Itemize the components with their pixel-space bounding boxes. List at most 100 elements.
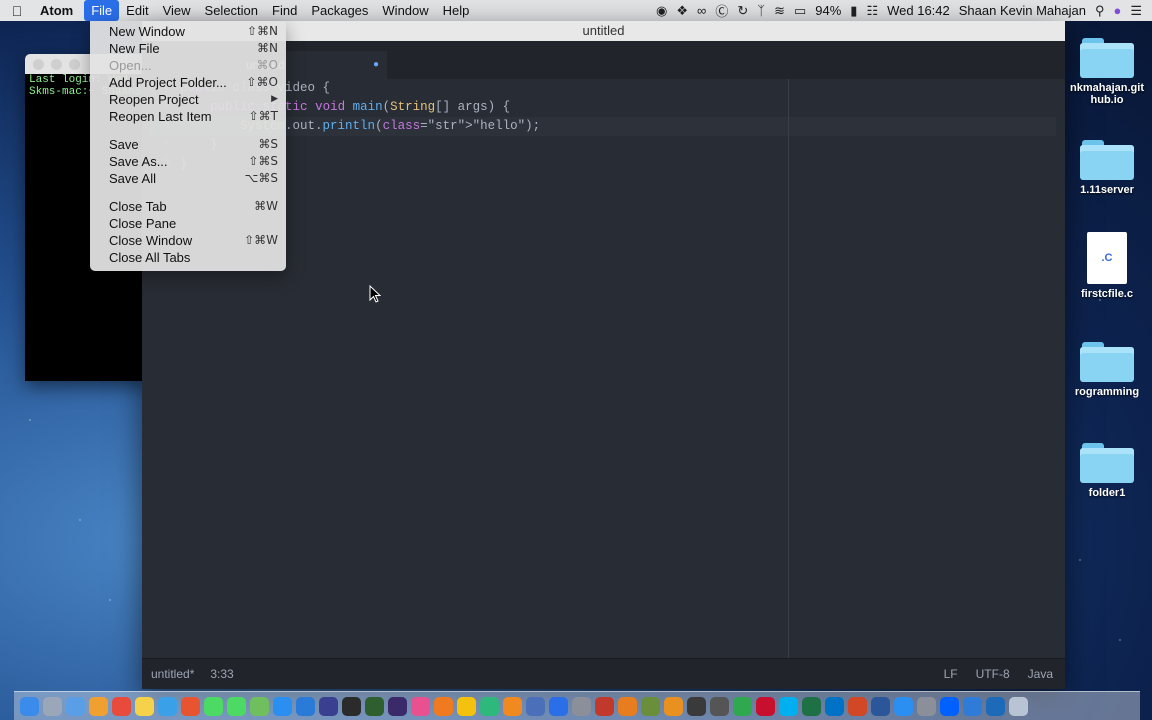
notification-icon[interactable]: ☷ <box>866 3 878 19</box>
minecraft-icon[interactable] <box>641 696 660 716</box>
desktop-icon-label: nkmahajan.git hub.io <box>1070 82 1144 106</box>
menu-help[interactable]: Help <box>436 0 477 21</box>
firefox-icon[interactable] <box>434 696 453 716</box>
dropbox-icon[interactable]: ❖ <box>676 3 688 19</box>
calendar-icon[interactable] <box>112 696 131 716</box>
battery-icon[interactable]: ▮ <box>850 3 857 19</box>
zoom-icon[interactable] <box>69 58 80 70</box>
folder-icon <box>1080 443 1134 483</box>
chrome-icon[interactable] <box>457 696 476 716</box>
facetime-icon[interactable] <box>227 696 246 716</box>
menu-item-save[interactable]: Save ⌘S <box>90 136 286 153</box>
skype-icon[interactable] <box>779 696 798 716</box>
preview-icon[interactable] <box>66 696 85 716</box>
desktop-folder[interactable]: 1.11server <box>1062 140 1152 196</box>
clock[interactable]: Wed 16:42 <box>887 3 950 18</box>
unknown-app-icon[interactable] <box>710 696 729 716</box>
outlook-icon[interactable] <box>825 696 844 716</box>
status-cursor-position[interactable]: 3:33 <box>210 667 233 681</box>
status-line-ending[interactable]: LF <box>944 667 958 681</box>
system-prefs-icon[interactable] <box>917 696 936 716</box>
xcode-icon[interactable] <box>549 696 568 716</box>
itunes-icon[interactable] <box>411 696 430 716</box>
edge-dock-icon[interactable] <box>963 696 982 716</box>
desktop-folder[interactable]: nkmahajan.git hub.io <box>1062 38 1152 106</box>
word-icon[interactable] <box>871 696 890 716</box>
menu-view[interactable]: View <box>156 0 198 21</box>
menu-packages[interactable]: Packages <box>304 0 375 21</box>
dreamweaver-icon[interactable] <box>365 696 384 716</box>
network-icon[interactable] <box>526 696 545 716</box>
quicktime-icon[interactable] <box>986 696 1005 716</box>
blender-icon[interactable] <box>618 696 637 716</box>
notes-icon[interactable] <box>135 696 154 716</box>
pdf-icon[interactable] <box>595 696 614 716</box>
menu-item-save-as[interactable]: Save As... ⇧⌘S <box>90 153 286 170</box>
menu-item-close-tab[interactable]: Close Tab ⌘W <box>90 198 286 215</box>
desktop-file[interactable]: .C firstcfile.c <box>1062 232 1152 300</box>
bluetooth-icon[interactable]: ᛉ <box>757 3 765 18</box>
siri-icon[interactable]: ● <box>1113 3 1121 18</box>
desktop-icon-label: rogramming <box>1074 386 1140 398</box>
edge-icon[interactable]: Ⓒ <box>715 1 728 20</box>
after-effects-icon[interactable] <box>388 696 407 716</box>
launchpad-icon[interactable] <box>43 696 62 716</box>
menu-item-open[interactable]: Open... ⌘O <box>90 57 286 74</box>
messages-icon[interactable] <box>204 696 223 716</box>
spotlight-icon[interactable]: ⚲ <box>1095 3 1105 19</box>
menu-item-new-window[interactable]: New Window ⇧⌘N <box>90 23 286 40</box>
menu-list-icon[interactable]: ☰ <box>1130 3 1142 19</box>
user-name[interactable]: Shaan Kevin Mahajan <box>959 3 1086 18</box>
photos-icon[interactable] <box>89 696 108 716</box>
books-icon[interactable] <box>664 696 683 716</box>
menu-selection[interactable]: Selection <box>198 0 265 21</box>
airplay-icon[interactable]: ▭ <box>794 3 806 19</box>
menu-item-add-project-folder[interactable]: Add Project Folder... ⇧⌘O <box>90 74 286 91</box>
opera-icon[interactable] <box>756 696 775 716</box>
app-store-icon[interactable] <box>273 696 292 716</box>
menu-edit[interactable]: Edit <box>119 0 155 21</box>
apple-icon[interactable]:  <box>0 3 34 19</box>
terminal-icon[interactable] <box>342 696 361 716</box>
eclipse-icon[interactable] <box>319 696 338 716</box>
menu-item-new-file[interactable]: New File ⌘N <box>90 40 286 57</box>
menu-find[interactable]: Find <box>265 0 304 21</box>
menu-window[interactable]: Window <box>375 0 435 21</box>
menu-item-close-all-tabs[interactable]: Close All Tabs <box>90 249 286 266</box>
powerpoint-icon[interactable] <box>848 696 867 716</box>
live-icon[interactable] <box>733 696 752 716</box>
mono-icon[interactable] <box>687 696 706 716</box>
vlc-icon[interactable] <box>503 696 522 716</box>
maps-icon[interactable] <box>250 696 269 716</box>
menu-item-close-window[interactable]: Close Window ⇧⌘W <box>90 232 286 249</box>
record-icon[interactable]: ◉ <box>656 3 667 19</box>
finder-icon[interactable] <box>20 696 39 716</box>
preferences-icon[interactable] <box>572 696 591 716</box>
desktop-folder[interactable]: folder1 <box>1062 443 1152 499</box>
status-file-name[interactable]: untitled* <box>151 667 194 681</box>
status-grammar[interactable]: Java <box>1028 667 1053 681</box>
menu-item-save-all[interactable]: Save All ⌥⌘S <box>90 170 286 187</box>
creative-cloud-icon[interactable]: ∞ <box>697 3 706 18</box>
menu-item-reopen-project[interactable]: Reopen Project ▶ <box>90 91 286 108</box>
excel-icon[interactable] <box>802 696 821 716</box>
menu-file[interactable]: File <box>84 0 120 21</box>
menu-extras: ◉ ❖ ∞ Ⓒ ↻ ᛉ ≋ ▭ 94% ▮ ☷ Wed 16:42 Shaan … <box>656 1 1152 20</box>
menu-item-reopen-last-item[interactable]: Reopen Last Item ⇧⌘T <box>90 108 286 125</box>
time-machine-icon[interactable]: ↻ <box>737 3 748 19</box>
close-icon[interactable] <box>33 58 44 70</box>
speedtest-icon[interactable] <box>480 696 499 716</box>
app-menu-atom[interactable]: Atom <box>34 3 84 18</box>
desktop-folder[interactable]: rogramming <box>1062 342 1152 398</box>
menu-item-close-pane[interactable]: Close Pane <box>90 215 286 232</box>
appstore-icon[interactable] <box>894 696 913 716</box>
chrome-alt-icon[interactable] <box>181 696 200 716</box>
dropbox-dock-icon[interactable] <box>940 696 959 716</box>
minimize-icon[interactable] <box>51 58 62 70</box>
modified-dot-icon[interactable]: ● <box>373 51 379 79</box>
wifi-icon[interactable]: ≋ <box>774 3 785 19</box>
vscode-icon[interactable] <box>296 696 315 716</box>
safari-icon[interactable] <box>158 696 177 716</box>
status-encoding[interactable]: UTF-8 <box>976 667 1010 681</box>
trash-icon[interactable] <box>1009 696 1028 716</box>
